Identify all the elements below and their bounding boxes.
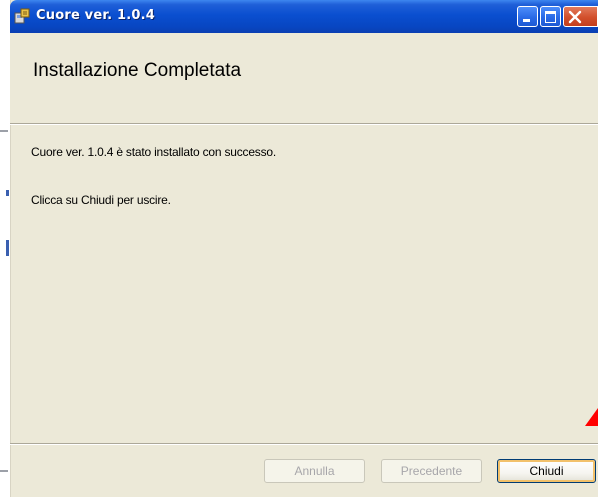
close-window-button[interactable] <box>563 6 598 27</box>
desktop-fragment-mark <box>6 240 9 256</box>
minimize-button[interactable] <box>517 6 538 27</box>
installer-icon <box>14 8 30 24</box>
close-icon <box>568 10 582 24</box>
content-area: Cuore ver. 1.0.4 è stato installato con … <box>10 125 598 443</box>
installer-window: Cuore ver. 1.0.4 Installazione Completat… <box>0 0 598 497</box>
title-bar[interactable]: Cuore ver. 1.0.4 <box>10 0 598 33</box>
red-triangle-marker <box>585 408 598 426</box>
close-button[interactable]: Chiudi <box>497 459 596 483</box>
exit-instruction: Clicca su Chiudi per uscire. <box>31 193 171 207</box>
desktop-fragment-mark <box>6 190 9 196</box>
cancel-button[interactable]: Annulla <box>264 459 365 483</box>
maximize-button[interactable] <box>540 6 561 27</box>
desktop-fragment-tick <box>0 130 8 132</box>
footer-divider-highlight <box>10 444 598 445</box>
window-title: Cuore ver. 1.0.4 <box>36 8 156 23</box>
header-banner: Installazione Completata <box>10 33 598 124</box>
back-button[interactable]: Precedente <box>381 459 482 483</box>
success-message: Cuore ver. 1.0.4 è stato installato con … <box>31 145 277 159</box>
page-title: Installazione Completata <box>33 60 242 81</box>
desktop-fragment-tick <box>0 470 8 472</box>
